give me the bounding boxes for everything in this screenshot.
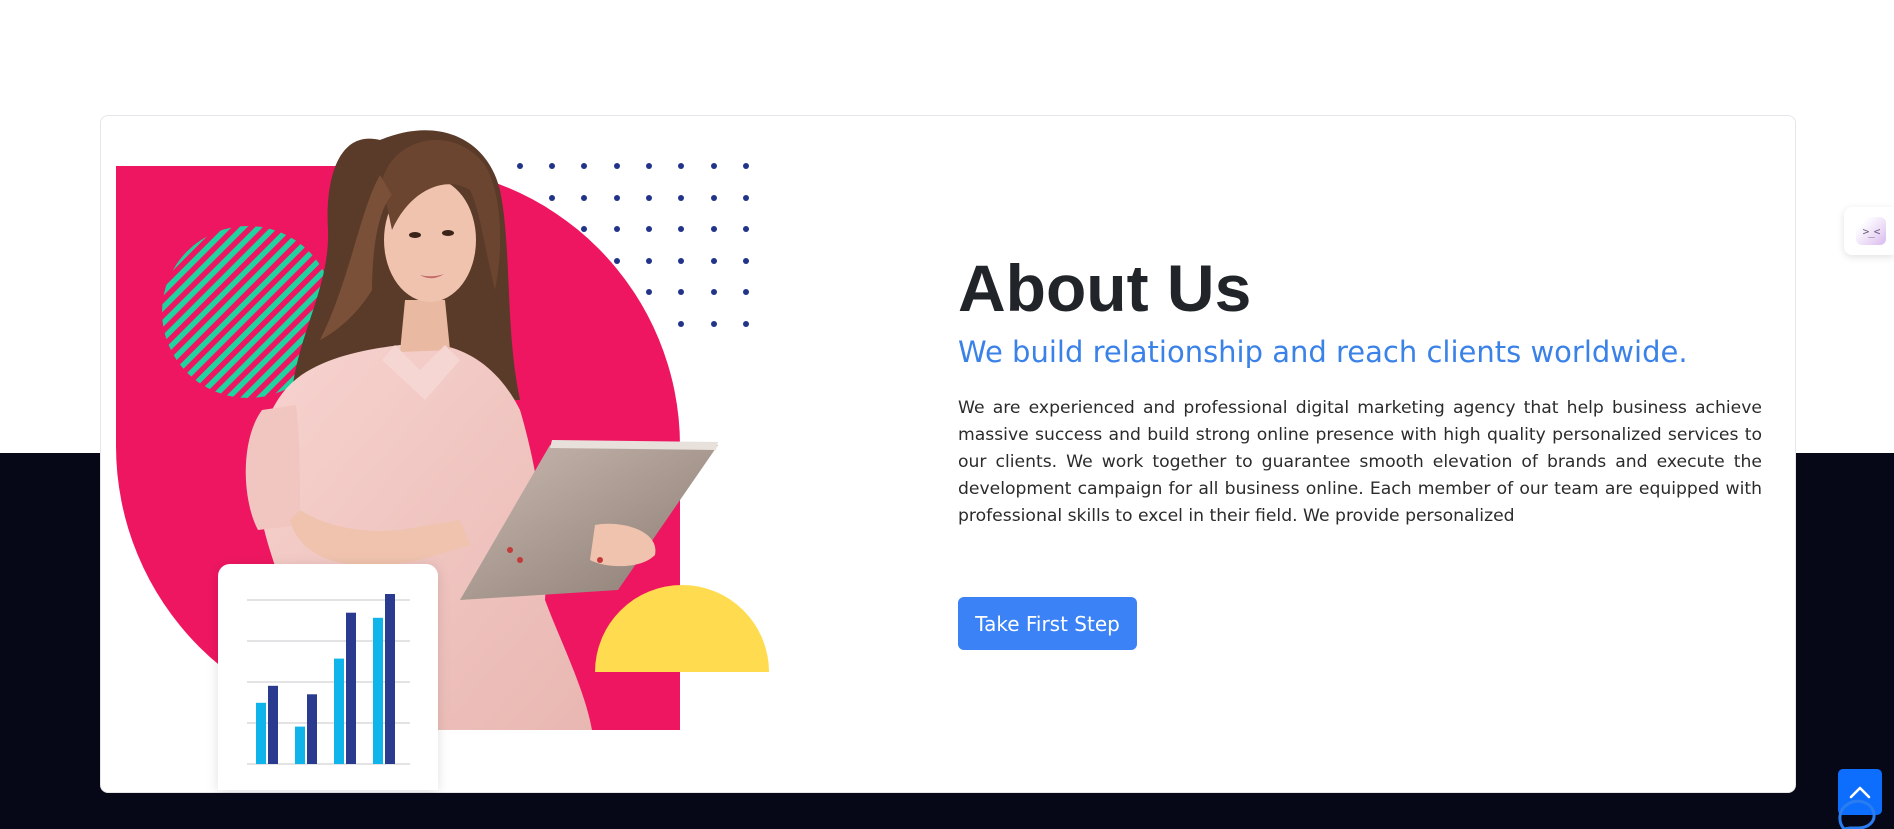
- cta-button-label: Take First Step: [975, 611, 1120, 636]
- side-widget-tab[interactable]: >_<: [1844, 207, 1894, 255]
- page-title: About Us: [958, 251, 1252, 325]
- take-first-step-button[interactable]: Take First Step: [958, 597, 1137, 650]
- widget-face-icon: >_<: [1856, 217, 1886, 245]
- page-subtitle: We build relationship and reach clients …: [958, 335, 1688, 369]
- chat-bubble-icon[interactable]: [1836, 792, 1876, 829]
- widget-face-glyph: >_<: [1862, 224, 1881, 238]
- about-description: We are experienced and professional digi…: [958, 398, 1762, 526]
